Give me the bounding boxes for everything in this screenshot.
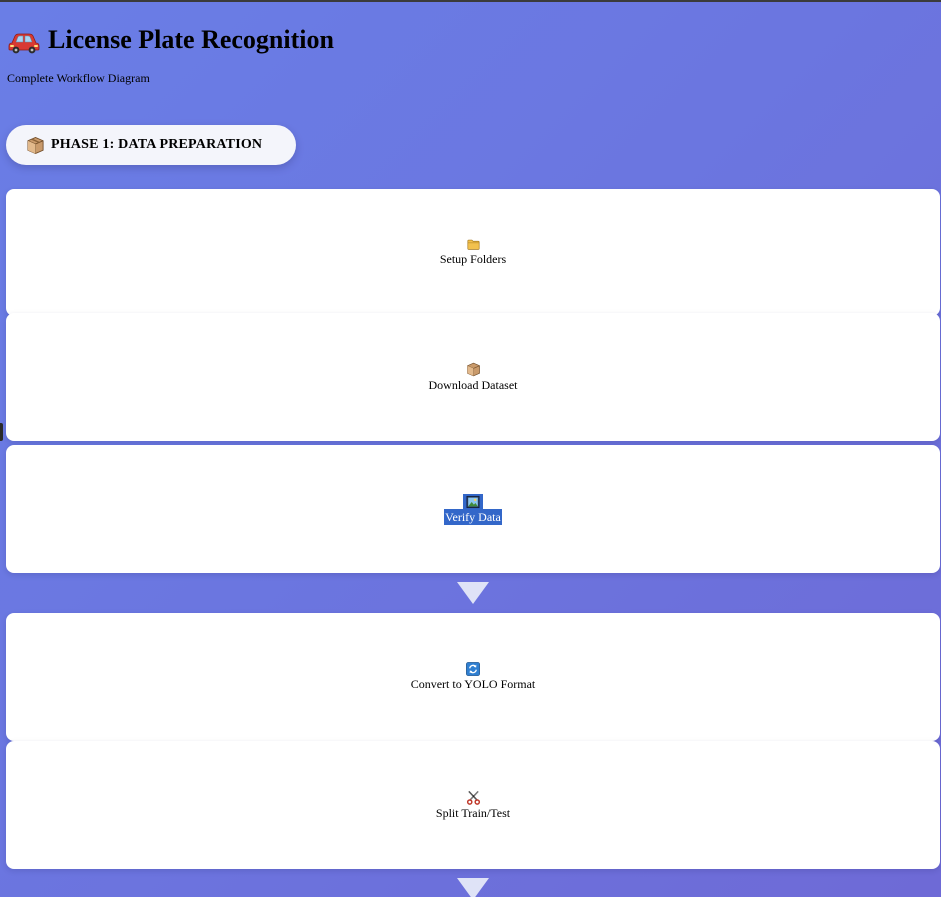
car-icon xyxy=(8,33,40,54)
page-title: License Plate Recognition xyxy=(8,22,334,58)
step-split-train-test[interactable]: Split Train/Test xyxy=(6,741,940,869)
step-verify-data[interactable]: Verify Data xyxy=(6,445,940,573)
picture-icon xyxy=(466,495,480,508)
phase-1-header: PHASE 1: DATA PREPARATION xyxy=(6,125,296,165)
scissors-icon xyxy=(466,790,480,805)
step-convert-yolo[interactable]: Convert to YOLO Format xyxy=(6,613,940,741)
step-label: Split Train/Test xyxy=(435,805,511,820)
refresh-icon xyxy=(466,662,480,676)
folder-icon xyxy=(466,239,480,250)
package-icon xyxy=(466,362,480,376)
page-subtitle: Complete Workflow Diagram xyxy=(7,71,150,85)
step-label: Download Dataset xyxy=(428,377,518,392)
flow-arrow xyxy=(457,878,489,897)
step-download-dataset[interactable]: Download Dataset xyxy=(6,313,940,441)
flow-arrow xyxy=(457,582,489,604)
step-label: Convert to YOLO Format xyxy=(410,677,536,691)
page-title-text: License Plate Recognition xyxy=(48,25,334,54)
phase-1-label: PHASE 1: DATA PREPARATION xyxy=(51,137,263,152)
step-setup-folders[interactable]: Setup Folders xyxy=(6,189,940,316)
scroll-handle[interactable] xyxy=(0,423,3,441)
step-label: Verify Data xyxy=(444,508,502,525)
package-icon xyxy=(27,136,44,154)
step-label: Setup Folders xyxy=(439,252,507,266)
